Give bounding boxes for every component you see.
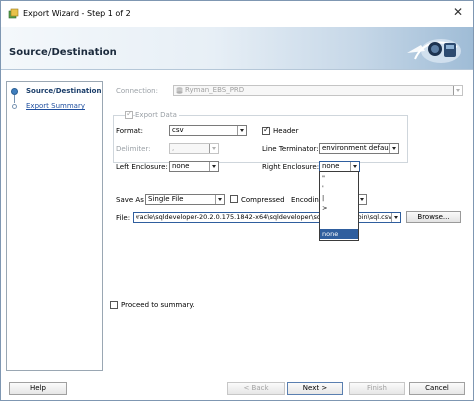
format-label: Format: — [116, 127, 144, 135]
chevron-down-icon — [350, 162, 359, 171]
close-icon[interactable]: ✕ — [453, 5, 463, 19]
database-icon — [176, 87, 183, 94]
right-enclosure-dropdown-list: " ' | > none — [319, 171, 359, 241]
dropdown-option[interactable]: > — [320, 203, 358, 213]
delimiter-value: , — [172, 144, 175, 152]
line-terminator-label: Line Terminator: — [262, 145, 319, 153]
dropdown-option[interactable]: ' — [320, 183, 358, 193]
finish-button[interactable]: Finish — [349, 382, 405, 395]
help-button[interactable]: Help — [9, 382, 67, 395]
save-as-label: Save As — [116, 196, 144, 204]
app-icon — [8, 8, 19, 19]
save-as-value: Single File — [148, 195, 184, 203]
format-select[interactable]: csv — [169, 125, 247, 136]
chevron-down-icon — [389, 144, 398, 153]
export-data-group — [113, 115, 408, 163]
proceed-to-summary-label: Proceed to summary. — [121, 301, 195, 309]
left-enclosure-select[interactable]: none — [169, 161, 219, 172]
page-title: Source/Destination — [9, 47, 117, 58]
left-enclosure-label: Left Enclosure: — [116, 163, 168, 171]
file-label: File: — [116, 214, 131, 222]
cancel-button[interactable]: Cancel — [409, 382, 465, 395]
export-wizard-window: Export Wizard - Step 1 of 2 ✕ Source/Des… — [0, 0, 474, 401]
current-step-icon — [11, 88, 18, 95]
header-label: Header — [273, 127, 299, 135]
left-enclosure-value: none — [172, 162, 190, 170]
sidebar-item-label: Export Summary — [26, 102, 85, 110]
right-enclosure-label: Right Enclosure: — [262, 163, 320, 171]
export-data-checkbox[interactable] — [125, 110, 133, 119]
delimiter-label: Delimiter: — [116, 145, 151, 153]
header-checkbox[interactable] — [262, 126, 270, 135]
window-title: Export Wizard - Step 1 of 2 — [23, 9, 131, 18]
chevron-down-icon — [391, 213, 400, 222]
chevron-down-icon — [209, 144, 218, 153]
connection-value: Ryman_EBS_PRD — [185, 86, 245, 94]
dropdown-option[interactable]: " — [320, 173, 358, 183]
wizard-steps-panel: Source/Destination Export Summary — [6, 81, 103, 371]
chevron-down-icon — [215, 195, 224, 204]
save-as-select[interactable]: Single File — [145, 194, 225, 205]
header-graphic-icon — [407, 39, 461, 63]
format-value: csv — [172, 126, 184, 134]
file-path-input[interactable]: Oracle\sqldeveloper-20.2.0.175.1842-x64\… — [133, 212, 401, 223]
back-button[interactable]: < Back — [227, 382, 285, 395]
browse-button[interactable]: Browse... — [406, 211, 461, 223]
proceed-to-summary-checkbox[interactable] — [110, 301, 118, 309]
right-enclosure-value: none — [322, 162, 340, 170]
compressed-checkbox[interactable] — [230, 195, 238, 203]
dropdown-option[interactable]: | — [320, 193, 358, 203]
sidebar-item-label: Source/Destination — [26, 87, 102, 95]
line-terminator-select[interactable]: environment default — [319, 143, 399, 154]
dropdown-option-selected[interactable]: none — [320, 229, 358, 239]
wizard-header: Source/Destination — [1, 27, 473, 70]
connection-label: Connection: — [116, 87, 158, 95]
step-connector — [14, 95, 15, 103]
chevron-down-icon — [209, 162, 218, 171]
title-bar: Export Wizard - Step 1 of 2 ✕ — [1, 1, 473, 27]
chevron-down-icon — [237, 126, 246, 135]
export-data-label: Export Data — [135, 111, 179, 119]
next-button[interactable]: Next > — [287, 382, 343, 395]
delimiter-select[interactable]: , — [169, 143, 219, 154]
compressed-label: Compressed — [241, 196, 285, 204]
connection-select[interactable]: Ryman_EBS_PRD — [173, 85, 463, 96]
pending-step-icon — [12, 104, 17, 109]
chevron-down-icon — [453, 86, 462, 95]
line-terminator-value: environment default — [322, 144, 394, 152]
